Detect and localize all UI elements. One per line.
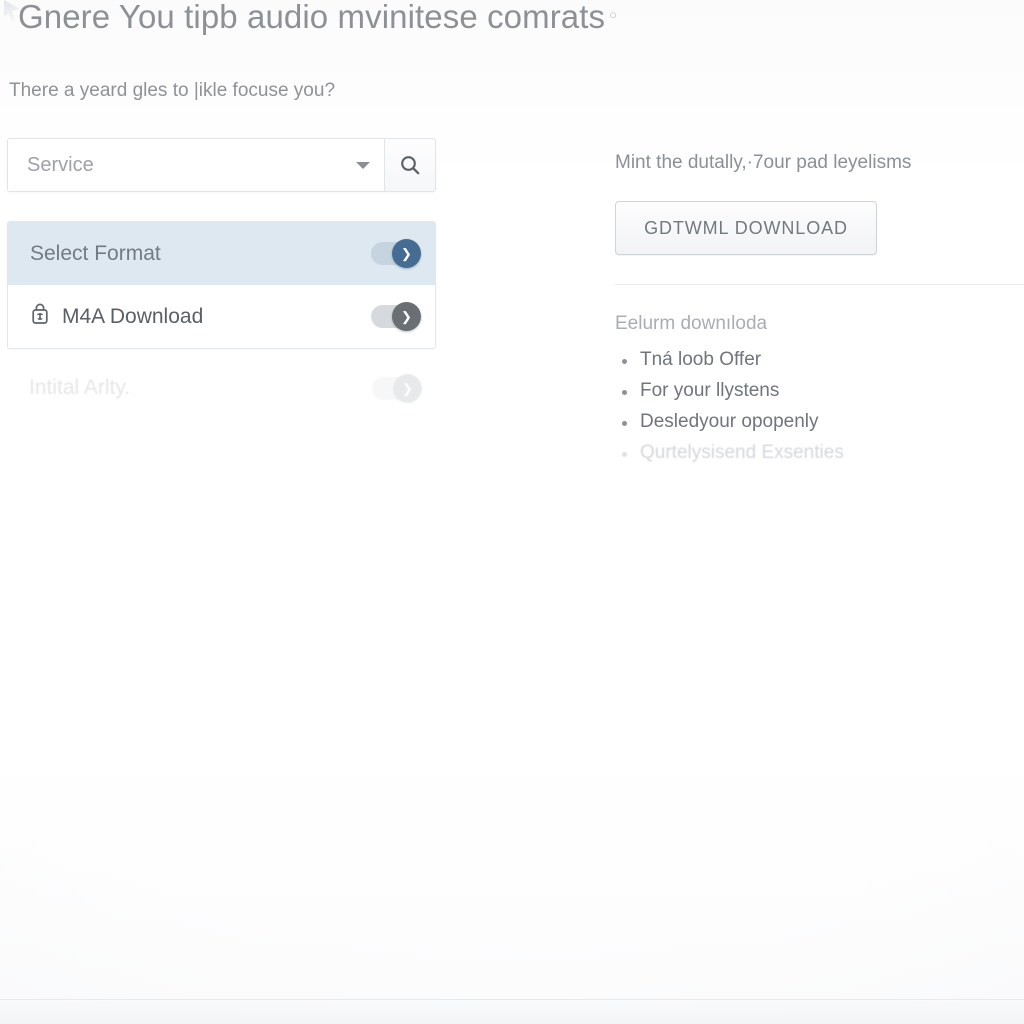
right-panel-lead-text: Mint the dutally,·7our pad leyelisms (615, 152, 912, 173)
benefits-list-title: Eelurm downıloda (615, 313, 768, 334)
bottom-edge-wash (0, 1000, 1024, 1024)
list-item: Tná loob Offer (615, 349, 1015, 371)
benefits-list: Tná loob Offer For your llystens Desledy… (615, 349, 1015, 464)
ghost-row-label: Intital Arlty. (29, 376, 131, 399)
format-row-select-format[interactable]: Select Format ❯ (8, 222, 435, 285)
format-row-toggle[interactable]: ❯ (371, 239, 421, 268)
format-row-label: Select Format (30, 241, 161, 265)
format-row-toggle[interactable]: ❯ (371, 302, 421, 331)
lock-icon (30, 302, 50, 331)
format-options-card: Select Format ❯ M4A Download ❯ (7, 221, 436, 349)
page-subtitle: There a yeard gles to |ikle focuse you? (9, 80, 336, 101)
page-title-suffix-mark: ○ (609, 7, 618, 22)
right-panel: Mint the dutally,·7our pad leyelisms GDT… (615, 152, 1024, 473)
download-button[interactable]: GDTWML DOWNLOAD (615, 201, 877, 255)
bottom-divider (0, 999, 1024, 1000)
toggle-knob-chevron-icon: ❯ (392, 302, 421, 331)
toggle-knob-chevron-icon: ❯ (393, 373, 422, 403)
download-button-label: GDTWML DOWNLOAD (644, 217, 848, 238)
format-row-content: Select Format (30, 242, 371, 266)
page-title: Gnere You tipb audio mvinitese comrats ○ (18, 0, 658, 36)
left-panel: Service Select Format ❯ M4A Download ❯ I… (7, 138, 436, 417)
chevron-down-icon (356, 161, 370, 169)
list-item: Desledyour opopenly (615, 411, 1015, 433)
search-button[interactable] (384, 139, 435, 191)
service-select-value: Service (27, 153, 94, 176)
format-row-label: M4A Download (62, 304, 204, 328)
page-title-text: Gnere You tipb audio mvinitese comrats (18, 0, 606, 35)
ghost-row-content: Intital Arlty. (29, 376, 372, 400)
service-search-row: Service (7, 138, 436, 192)
list-item: For your llystens (615, 380, 1015, 402)
format-row-content: M4A Download (30, 302, 371, 331)
search-icon (398, 153, 422, 177)
format-row-ghost-disabled: Intital Arlty. ❯ (7, 359, 436, 417)
right-panel-divider (615, 284, 1024, 285)
list-item: Qurtelysisend Exsenties (615, 442, 1015, 464)
page-root: Gnere You tipb audio mvinitese comrats ○ … (0, 0, 1024, 1024)
service-select[interactable]: Service (8, 139, 384, 191)
ghost-row-toggle: ❯ (372, 373, 422, 403)
toggle-knob-chevron-icon: ❯ (392, 239, 421, 268)
format-row-m4a-download[interactable]: M4A Download ❯ (8, 285, 435, 348)
